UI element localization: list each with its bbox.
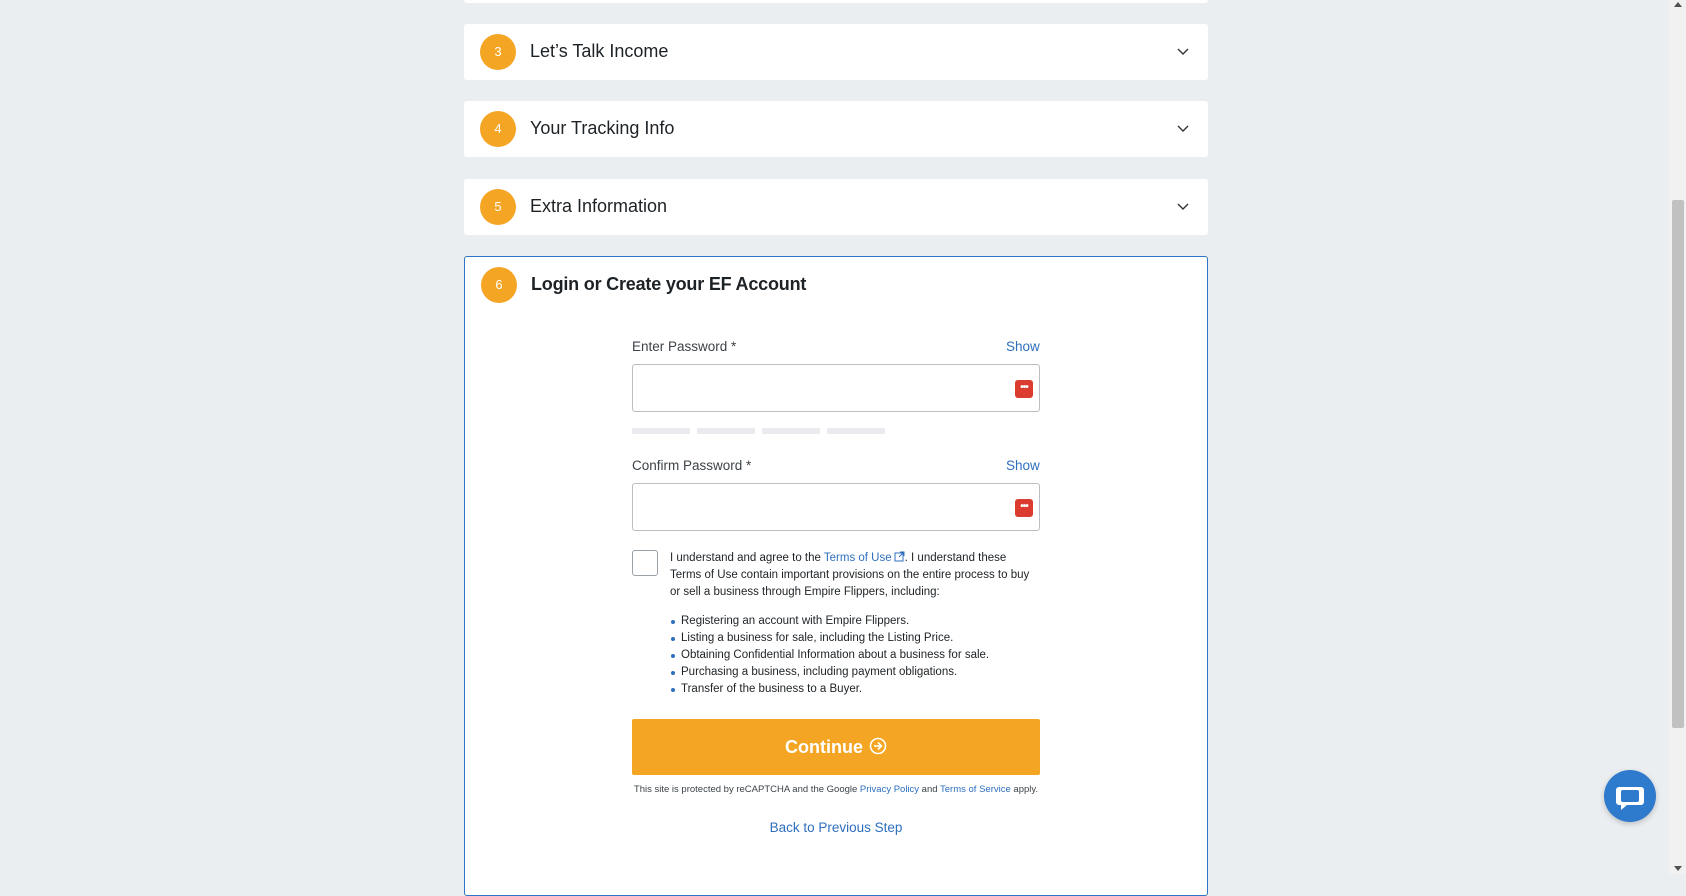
password-manager-icon[interactable]: ••• (1015, 380, 1033, 398)
step-title: Extra Information (530, 196, 668, 216)
list-item-text: Listing a business for sale, including t… (681, 632, 954, 644)
terms-of-service-link[interactable]: Terms of Service (940, 784, 1011, 795)
list-item: Obtaining Confidential Information about… (670, 647, 989, 664)
list-item: Transfer of the business to a Buyer. (670, 681, 989, 698)
chevron-down-icon[interactable] (1176, 121, 1190, 135)
terms-of-use-link-text: Terms of Use (823, 552, 892, 564)
previous-step-card (464, 0, 1208, 3)
chevron-down-icon[interactable] (1176, 199, 1190, 213)
list-item: Listing a business for sale, including t… (670, 630, 989, 647)
password-strength-segment (762, 428, 820, 434)
show-password-link[interactable]: Show (1006, 339, 1040, 354)
list-item-text: Obtaining Confidential Information about… (681, 649, 990, 661)
password-input[interactable]: ••• (632, 364, 1040, 412)
step-title: Login or Create your EF Account (531, 274, 807, 294)
list-item: Purchasing a business, including payment… (670, 664, 989, 681)
recaptcha-text-after: apply. (1010, 784, 1039, 795)
terms-text: I understand and agree to the Terms of U… (670, 550, 1040, 601)
step-number-badge: 6 (481, 267, 517, 303)
external-link-icon (894, 551, 905, 562)
password-strength-segment (827, 428, 885, 434)
step-number-badge: 3 (480, 34, 516, 70)
privacy-policy-link[interactable]: Privacy Policy (860, 784, 919, 795)
continue-button[interactable]: Continue (632, 719, 1040, 775)
bullet-icon (671, 671, 675, 675)
scrollbar-thumb[interactable] (1672, 200, 1684, 728)
scroll-up-arrow-icon[interactable] (1674, 2, 1682, 7)
step-title: Let’s Talk Income (530, 41, 669, 61)
terms-checkbox[interactable] (632, 550, 658, 576)
confirm-password-label: Confirm Password * (632, 458, 752, 473)
bullet-icon (671, 637, 675, 641)
recaptcha-and-text: and (919, 784, 941, 795)
page-scrollbar[interactable] (1669, 0, 1686, 874)
show-confirm-password-link[interactable]: Show (1006, 458, 1040, 473)
password-strength-segment (632, 428, 690, 434)
arrow-right-circle-icon (869, 737, 887, 755)
chevron-down-icon[interactable] (1176, 44, 1190, 58)
list-item-text: Registering an account with Empire Flipp… (681, 615, 910, 627)
password-label: Enter Password * (632, 339, 737, 354)
step-4-card[interactable]: 4 Your Tracking Info (464, 101, 1208, 157)
step-title: Your Tracking Info (530, 118, 675, 138)
terms-of-use-link[interactable]: Terms of Use (823, 551, 905, 564)
list-item-text: Transfer of the business to a Buyer. (681, 683, 863, 695)
bullet-icon (671, 688, 675, 692)
password-manager-icon[interactable]: ••• (1015, 499, 1033, 517)
chat-bubble-icon (1616, 787, 1644, 810)
list-item-text: Purchasing a business, including payment… (681, 666, 958, 678)
chat-widget-button[interactable] (1604, 770, 1656, 822)
step-number-badge: 5 (480, 189, 516, 225)
recaptcha-notice: This site is protected by reCAPTCHA and … (632, 784, 1040, 795)
step-number-badge: 4 (480, 111, 516, 147)
recaptcha-text: This site is protected by reCAPTCHA and … (633, 784, 860, 795)
continue-button-label: Continue (785, 737, 863, 757)
bullet-icon (671, 654, 675, 658)
step-5-card[interactable]: 5 Extra Information (464, 179, 1208, 235)
password-strength-segment (697, 428, 755, 434)
list-item: Registering an account with Empire Flipp… (670, 613, 989, 630)
terms-list: Registering an account with Empire Flipp… (670, 613, 989, 698)
step-3-card[interactable]: 3 Let’s Talk Income (464, 24, 1208, 80)
bullet-icon (671, 620, 675, 624)
back-to-previous-step-link[interactable]: Back to Previous Step (632, 820, 1040, 835)
scroll-down-arrow-icon[interactable] (1674, 866, 1682, 871)
confirm-password-input[interactable]: ••• (632, 483, 1040, 531)
terms-text-before: I understand and agree to the (670, 552, 824, 564)
